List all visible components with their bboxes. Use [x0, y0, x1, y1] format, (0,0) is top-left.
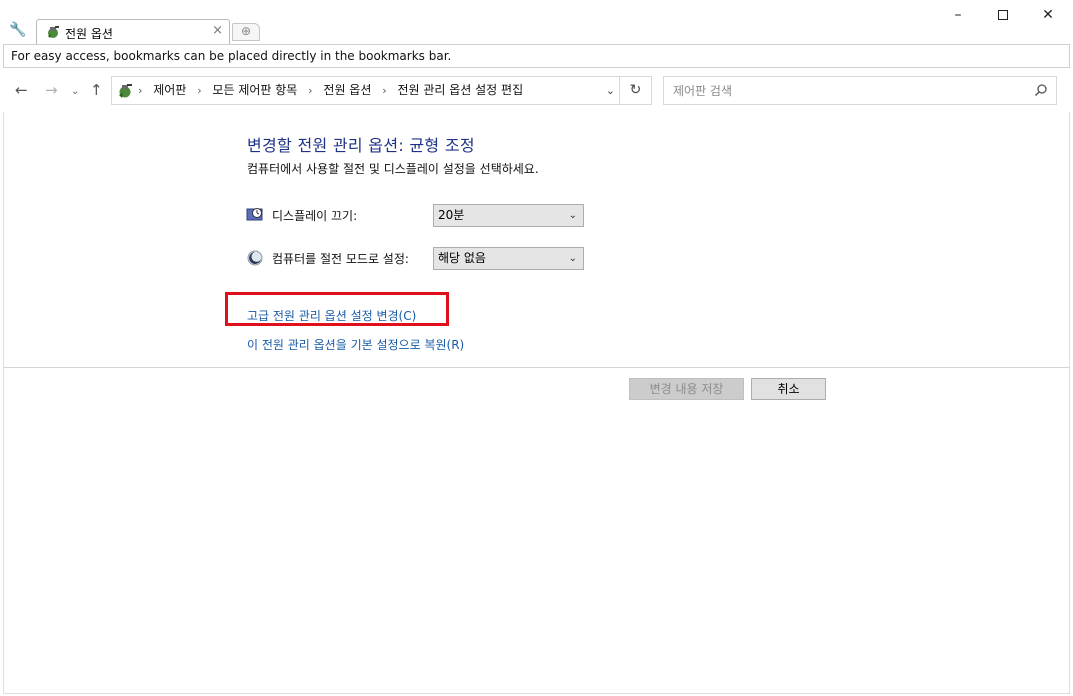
display-timer-icon — [246, 208, 263, 221]
tab-power-options[interactable]: 전원 옵션 × — [36, 19, 230, 45]
minimize-icon: – — [954, 7, 962, 23]
new-tab-button[interactable]: ⊕ — [232, 23, 260, 41]
save-changes-button[interactable]: 변경 내용 저장 — [629, 378, 744, 400]
main-content: 변경할 전원 관리 옵션: 균형 조정 컴퓨터에서 사용할 절전 및 디스플레이… — [3, 112, 1070, 694]
title-bar: 🔧 전원 옵션 × ⊕ – ✕ — [0, 0, 1073, 45]
page-subtitle: 컴퓨터에서 사용할 절전 및 디스플레이 설정을 선택하세요. — [247, 162, 539, 176]
display-off-select[interactable]: 20분 ⌄ — [433, 204, 584, 227]
wrench-icon[interactable]: 🔧 — [9, 22, 26, 38]
power-options-icon — [48, 26, 59, 38]
search-icon[interactable] — [1034, 83, 1048, 97]
restore-defaults-link[interactable]: 이 전원 관리 옵션을 기본 설정으로 복원(R) — [247, 336, 464, 353]
chevron-down-icon: ⌄ — [568, 210, 577, 221]
forward-arrow-icon[interactable]: → — [45, 81, 58, 99]
breadcrumb-separator-icon[interactable]: › — [382, 84, 386, 97]
refresh-icon: ↻ — [629, 82, 642, 98]
breadcrumb-separator-icon[interactable]: › — [138, 84, 142, 97]
close-button[interactable]: ✕ — [1026, 4, 1070, 26]
sleep-moon-icon — [247, 250, 263, 266]
breadcrumb: › 제어판 › 모든 제어판 항목 › 전원 옵션 › 전원 관리 옵션 설정 … — [138, 77, 523, 104]
cancel-button[interactable]: 취소 — [751, 378, 826, 400]
breadcrumb-separator-icon[interactable]: › — [308, 84, 312, 97]
breadcrumb-edit-plan[interactable]: 전원 관리 옵션 설정 편집 — [397, 83, 523, 97]
chevron-down-icon: ⌄ — [568, 253, 577, 264]
maximize-button[interactable] — [981, 4, 1025, 26]
tab-title: 전원 옵션 — [65, 27, 113, 41]
breadcrumb-all-items[interactable]: 모든 제어판 항목 — [212, 83, 297, 97]
bookmarks-bar: For easy access, bookmarks can be placed… — [3, 44, 1070, 68]
chevron-down-icon[interactable]: ⌄ — [606, 84, 615, 97]
refresh-button[interactable]: ↻ — [620, 76, 652, 105]
search-input[interactable] — [664, 77, 1024, 104]
breadcrumb-power-options[interactable]: 전원 옵션 — [323, 83, 371, 97]
sleep-value: 해당 없음 — [438, 251, 486, 265]
display-off-label: 디스플레이 끄기: — [272, 209, 358, 223]
divider — [4, 367, 1069, 368]
sleep-label: 컴퓨터를 절전 모드로 설정: — [272, 252, 409, 266]
maximize-icon — [998, 10, 1008, 20]
back-arrow-icon[interactable]: ← — [15, 81, 28, 99]
control-panel-icon — [119, 84, 132, 98]
sleep-select[interactable]: 해당 없음 ⌄ — [433, 247, 584, 270]
display-off-value: 20분 — [438, 208, 465, 222]
minimize-button[interactable]: – — [936, 4, 980, 26]
page-title: 변경할 전원 관리 옵션: 균형 조정 — [247, 136, 475, 155]
browser-window: 🔧 전원 옵션 × ⊕ – ✕ For easy access, bookmar… — [0, 0, 1073, 696]
plus-icon: ⊕ — [240, 24, 252, 38]
bookmarks-hint: For easy access, bookmarks can be placed… — [11, 49, 452, 63]
close-icon: ✕ — [1042, 7, 1054, 23]
tab-close-icon[interactable]: × — [212, 24, 223, 38]
advanced-settings-link[interactable]: 고급 전원 관리 옵션 설정 변경(C) — [247, 307, 416, 324]
breadcrumb-control-panel[interactable]: 제어판 — [153, 83, 186, 97]
recent-locations-icon[interactable]: ⌄ — [71, 83, 79, 101]
address-bar[interactable]: › 제어판 › 모든 제어판 항목 › 전원 옵션 › 전원 관리 옵션 설정 … — [111, 76, 620, 105]
navigation-bar: ← → ⌄ ↑ › 제어판 › 모든 제어판 항목 › 전원 옵션 › 전원 관… — [3, 68, 1070, 112]
up-arrow-icon[interactable]: ↑ — [90, 81, 103, 99]
search-box[interactable] — [663, 76, 1057, 105]
breadcrumb-separator-icon[interactable]: › — [197, 84, 201, 97]
